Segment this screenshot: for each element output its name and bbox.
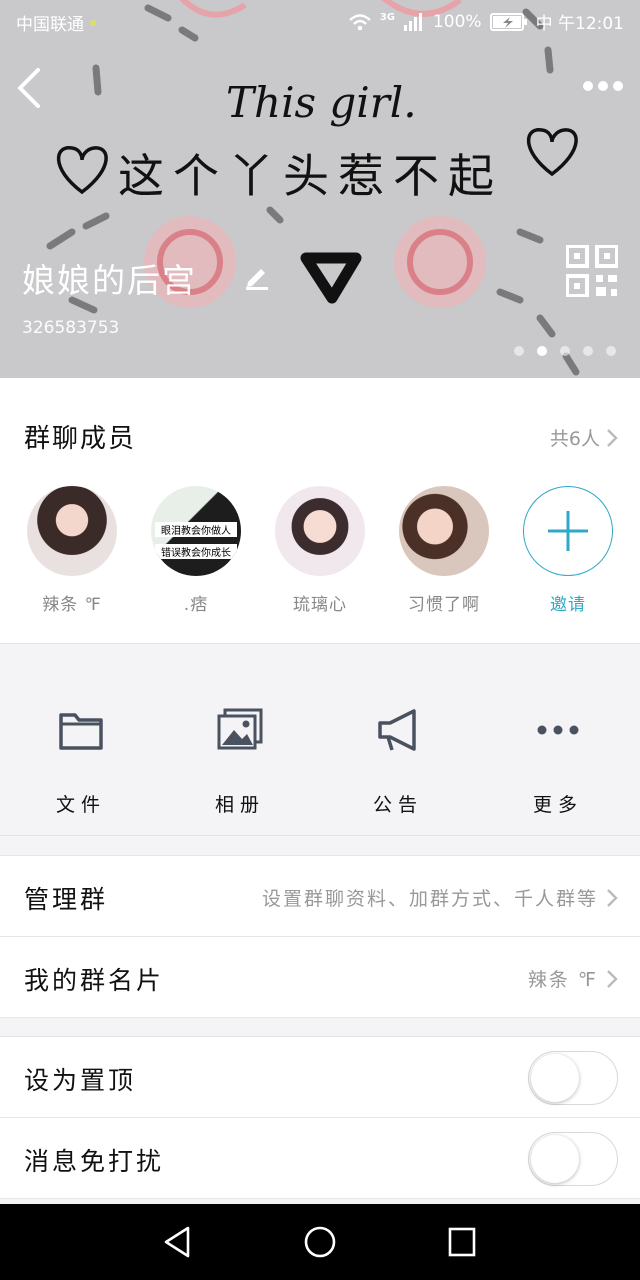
announcement-label: 公告 [372,794,423,816]
member-item[interactable]: 眼泪教会你做人 错误教会你成长 .痞 [134,486,258,615]
megaphone-icon [378,709,416,751]
manage-group-hint: 设置群聊资料、加群方式、千人群等 [261,888,598,910]
network-type-label: 3G [379,12,395,23]
edit-pencil-icon[interactable] [243,262,271,290]
chat-options-list: 设为置顶 消息免打扰 [0,1036,640,1199]
do-not-disturb-row: 消息免打扰 [0,1118,640,1199]
member-count-label: 共6人 [549,428,600,450]
avatar [399,486,489,576]
member-name: 辣条 ℉ [42,595,102,615]
album-label: 相册 [214,794,265,816]
avatar-caption-line1: 眼泪教会你做人 [155,522,237,537]
status-bar: 中国联通 3G 100% 中 午12:01 [0,0,640,44]
more-button[interactable]: 更多 [498,706,618,817]
files-button[interactable]: 文件 [21,706,141,817]
avatar [27,486,117,576]
quick-actions-bar: 文件 相册 公告 更多 [0,643,640,836]
member-item[interactable]: 习惯了啊 [382,486,506,615]
manage-group-row[interactable]: 管理群 设置群聊资料、加群方式、千人群等 [0,856,640,937]
pin-to-top-toggle[interactable] [528,1051,618,1105]
avatar [275,486,365,576]
banner-caption-chinese: 这个丫头惹不起 [118,149,503,203]
toggle-knob [531,1135,579,1183]
chevron-right-icon [607,888,618,907]
my-group-card-row[interactable]: 我的群名片 辣条 ℉ [0,937,640,1018]
manage-group-label: 管理群 [24,885,109,914]
page-dot [606,346,616,356]
invite-avatar [523,486,613,576]
group-number: 326583753 [22,318,120,338]
group-name: 娘娘的后宫 [22,261,197,300]
member-item[interactable]: 琉璃心 [258,486,382,615]
nav-back-icon[interactable] [162,1224,194,1260]
member-item[interactable]: 辣条 ℉ [10,486,134,615]
page-dot [514,346,524,356]
my-group-card-label: 我的群名片 [24,966,165,995]
do-not-disturb-toggle[interactable] [528,1132,618,1186]
member-count-link[interactable]: 共6人 [550,424,618,451]
members-title: 群聊成员 [24,424,137,454]
nav-recents-icon[interactable] [446,1224,478,1260]
invite-label: 邀请 [550,595,586,615]
member-avatar-row: 辣条 ℉ 眼泪教会你做人 错误教会你成长 .痞 琉璃心 习惯了啊 邀请 [0,486,640,616]
invite-member-button[interactable]: 邀请 [506,486,630,615]
more-options-icon[interactable] [582,76,624,96]
member-name: .痞 [183,595,209,615]
page-dot [583,346,593,356]
group-header-banner: This girl. 这个丫头惹不起 中国联通 3G 100% 中 午12:01… [0,0,640,378]
album-button[interactable]: 相册 [180,706,300,817]
files-label: 文件 [55,794,106,816]
banner-caption-english: This girl. [226,78,417,127]
pin-to-top-row: 设为置顶 [0,1037,640,1118]
page-dot-active [537,346,547,356]
qr-code-icon[interactable] [566,245,618,297]
clock: 中 午12:01 [535,14,624,34]
member-name: 习惯了啊 [408,595,480,615]
notification-dot-icon [90,19,96,26]
banner-page-indicator [514,346,616,356]
toggle-knob [531,1054,579,1102]
group-settings-list: 管理群 设置群聊资料、加群方式、千人群等 我的群名片 辣条 ℉ [0,855,640,1018]
nav-home-icon[interactable] [303,1224,337,1260]
carrier-label: 中国联通 [16,15,84,35]
battery-percent: 100% [432,11,482,32]
pin-to-top-label: 设为置顶 [24,1066,137,1095]
announcement-button[interactable]: 公告 [338,706,458,817]
chevron-right-icon [607,428,618,447]
chevron-right-icon [607,969,618,988]
wifi-icon [349,13,371,30]
more-label: 更多 [532,794,583,816]
system-navigation-bar [0,1204,640,1280]
member-name: 琉璃心 [293,595,347,615]
page-dot [560,346,570,356]
my-group-card-value: 辣条 ℉ [527,969,598,991]
avatar: 眼泪教会你做人 错误教会你成长 [151,486,241,576]
signal-icon [403,12,422,31]
avatar-caption-line2: 错误教会你成长 [155,544,237,559]
album-icon [217,708,263,750]
plus-icon [548,511,588,551]
group-members-section: 群聊成员 共6人 辣条 ℉ 眼泪教会你做人 错误教会你成长 .痞 琉璃心 习惯了… [0,378,640,643]
folder-icon [59,713,103,750]
back-arrow-icon[interactable] [14,66,44,110]
do-not-disturb-label: 消息免打扰 [24,1147,165,1176]
battery-charging-icon [489,12,527,31]
more-dots-icon [537,725,579,735]
